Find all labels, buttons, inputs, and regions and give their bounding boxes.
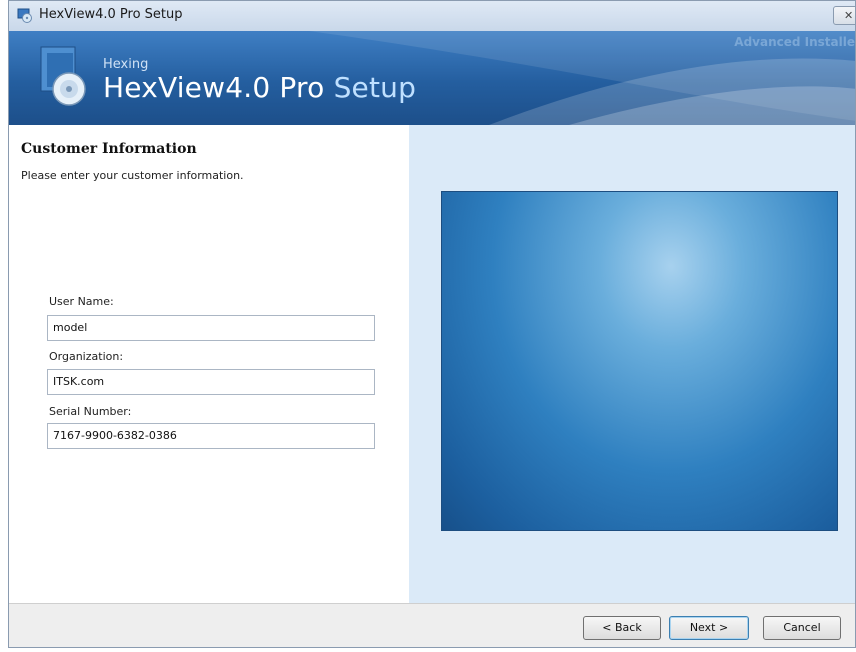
serial-number-label: Serial Number: [49,405,132,418]
serial-number-input[interactable]: 7167-9900-6382-0386 [47,423,375,449]
product-name: HexView4.0 Pro [103,71,325,104]
organization-label: Organization: [49,350,124,363]
serial-number-value: 7167-9900-6382-0386 [53,429,177,442]
back-button[interactable]: < Back [583,616,661,640]
header-banner: Hexing HexView4.0 Pro Setup Advanced Ins… [9,31,855,125]
user-name-label: User Name: [49,295,114,308]
organization-value: ITSK.com [53,375,105,388]
product-setup: Setup [333,71,417,104]
side-image [441,191,838,531]
organization-input[interactable]: ITSK.com [47,369,375,395]
installer-disc-icon [40,46,86,106]
setup-window: HexView4.0 Pro Setup ✕ Hexing HexView4.0… [8,0,856,648]
side-panel [409,125,855,603]
close-button[interactable]: ✕ [833,6,855,25]
next-button[interactable]: Next > [669,616,749,640]
button-bar: < Back Next > Cancel [9,603,855,647]
close-icon: ✕ [844,9,854,22]
form-panel: Customer Information Please enter your c… [9,125,409,603]
user-name-input[interactable]: model [47,315,375,341]
app-icon [17,8,32,23]
product-title: HexView4.0 Pro Setup [103,71,416,104]
brand-name: Hexing [103,57,149,72]
page-subtitle: Please enter your customer information. [21,169,244,182]
title-bar[interactable]: HexView4.0 Pro Setup ✕ [9,1,855,32]
window-title: HexView4.0 Pro Setup [39,7,183,22]
cancel-button[interactable]: Cancel [763,616,841,640]
user-name-value: model [53,321,88,334]
page-title: Customer Information [21,141,197,157]
installer-tagline: Advanced Installe [734,35,855,49]
